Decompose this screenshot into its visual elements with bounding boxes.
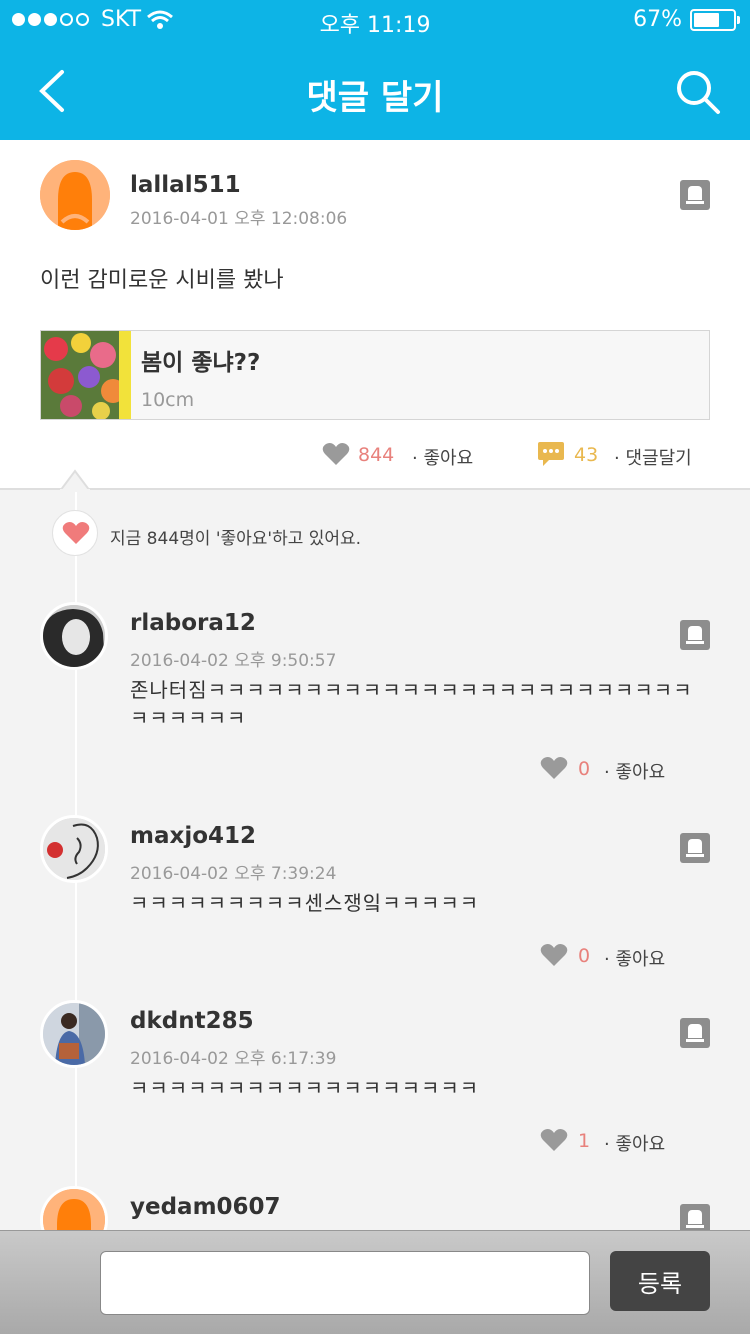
comment-item: rlabora12 2016-04-02 오후 9:50:57 존나터짐ㅋㅋㅋㅋ… xyxy=(0,602,750,792)
battery-percent: 67% xyxy=(633,7,682,32)
avatar[interactable] xyxy=(40,602,108,670)
battery-icon xyxy=(690,8,740,31)
heart-icon xyxy=(62,522,90,544)
liked-banner-text: 지금 844명이 '좋아요'하고 있어요. xyxy=(110,529,362,549)
link-card[interactable]: 봄이 좋냐?? 10cm xyxy=(40,330,710,420)
comment-like: 0 · 좋아요 xyxy=(540,943,670,971)
like-button[interactable]: · 좋아요 xyxy=(412,444,473,470)
status-bar: SKT 오후 11:19 67% xyxy=(0,0,750,40)
avatar[interactable] xyxy=(40,1000,108,1068)
heart-icon[interactable] xyxy=(540,943,568,967)
like-button[interactable]: · 좋아요 xyxy=(604,1130,665,1156)
link-subtitle: 10cm xyxy=(141,389,195,411)
heart-icon[interactable] xyxy=(540,756,568,780)
post-date: 2016-04-01 오후 12:08:06 xyxy=(130,209,348,229)
like-count: 844 xyxy=(358,444,395,466)
comment-username[interactable]: maxjo412 xyxy=(130,823,256,849)
avatar[interactable] xyxy=(40,160,110,230)
comment-input[interactable] xyxy=(100,1251,590,1315)
link-thumbnail xyxy=(41,331,131,419)
report-icon[interactable] xyxy=(680,620,710,650)
comment-text: ㅋㅋㅋㅋㅋㅋㅋㅋㅋ센스쟁잌ㅋㅋㅋㅋㅋ xyxy=(130,891,480,915)
heart-icon[interactable] xyxy=(322,442,350,466)
report-icon[interactable] xyxy=(680,180,710,210)
comment-text: ㅋㅋㅋㅋㅋㅋㅋㅋㅋㅋㅋㅋㅋㅋㅋㅋㅋㅋ xyxy=(130,1076,480,1100)
post-stats: 844 · 좋아요 43 · 댓글달기 xyxy=(0,440,750,472)
submit-button[interactable]: 등록 xyxy=(610,1251,710,1311)
page-title: 댓글 달기 xyxy=(306,78,444,118)
link-title: 봄이 좋냐?? xyxy=(141,350,261,376)
post-card: lallal511 2016-04-01 오후 12:08:06 이런 감미로운… xyxy=(0,140,750,490)
comment-item: maxjo412 2016-04-02 오후 7:39:24 ㅋㅋㅋㅋㅋㅋㅋㅋㅋ… xyxy=(0,815,750,985)
search-icon[interactable] xyxy=(674,68,722,116)
report-icon[interactable] xyxy=(680,833,710,863)
default-avatar-icon xyxy=(40,160,110,230)
liked-banner: 지금 844명이 '좋아요'하고 있어요. xyxy=(52,510,702,558)
comment-count: 43 xyxy=(574,444,599,466)
report-icon[interactable] xyxy=(680,1018,710,1048)
comment-date: 2016-04-02 오후 7:39:24 xyxy=(130,864,337,884)
speech-bubble-icon[interactable] xyxy=(537,440,565,468)
comment-input-bar: 등록 xyxy=(0,1230,750,1334)
comment-item: dkdnt285 2016-04-02 오후 6:17:39 ㅋㅋㅋㅋㅋㅋㅋㅋㅋ… xyxy=(0,1000,750,1170)
heart-icon[interactable] xyxy=(540,1128,568,1152)
comment-like: 0 · 좋아요 xyxy=(540,756,670,784)
pointer-notch xyxy=(60,469,90,491)
comment-button[interactable]: · 댓글달기 xyxy=(614,444,692,470)
avatar[interactable] xyxy=(40,815,108,883)
comment-username[interactable]: rlabora12 xyxy=(130,610,256,636)
comment-like: 1 · 좋아요 xyxy=(540,1128,670,1156)
nav-bar: 댓글 달기 xyxy=(0,40,750,140)
comment-username[interactable]: yedam0607 xyxy=(130,1194,281,1220)
comment-like-count: 0 xyxy=(578,758,591,780)
post-content: 이런 감미로운 시비를 봤나 xyxy=(40,268,284,293)
comment-date: 2016-04-02 오후 6:17:39 xyxy=(130,1049,337,1069)
comment-like-count: 0 xyxy=(578,945,591,967)
app-header: SKT 오후 11:19 67% 댓글 달기 xyxy=(0,0,750,140)
like-button[interactable]: · 좋아요 xyxy=(604,945,665,971)
comment-date: 2016-04-02 오후 9:50:57 xyxy=(130,651,337,671)
like-button[interactable]: · 좋아요 xyxy=(604,758,665,784)
comment-like-count: 1 xyxy=(578,1130,591,1152)
post-username[interactable]: lallal511 xyxy=(130,172,241,198)
comment-username[interactable]: dkdnt285 xyxy=(130,1008,254,1034)
comment-text: 존나터짐ㅋㅋㅋㅋㅋㅋㅋㅋㅋㅋㅋㅋㅋㅋㅋㅋㅋㅋㅋㅋㅋㅋㅋㅋㅋㅋㅋㅋㅋㅋㅋ xyxy=(130,678,693,730)
